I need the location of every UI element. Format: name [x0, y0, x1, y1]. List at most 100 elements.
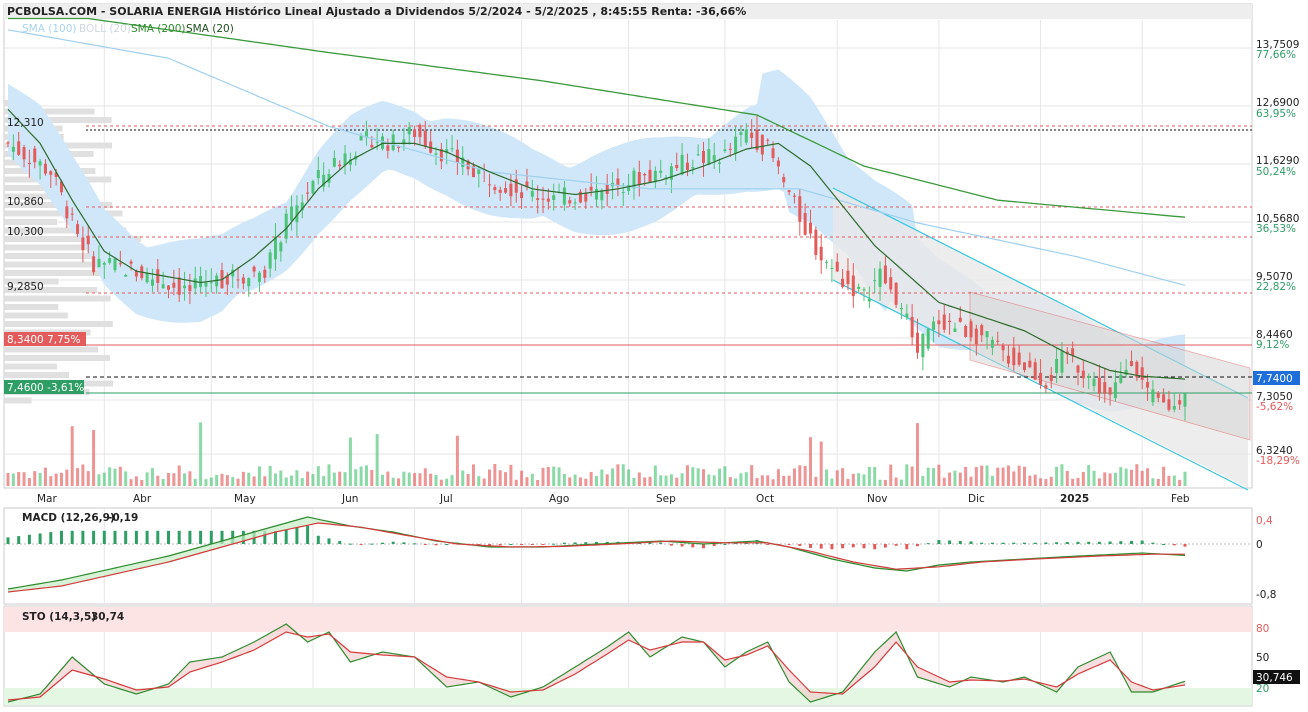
volume-bar [284, 477, 288, 486]
macd-histogram-bar [1130, 540, 1133, 544]
level-label-1: 12,310 [7, 117, 44, 129]
candle-body [792, 195, 796, 197]
volume-bar [177, 465, 181, 486]
volume-bar [910, 466, 914, 486]
volume-bar [306, 471, 310, 486]
candle-body [964, 326, 968, 337]
volume-bar [1178, 479, 1182, 486]
macd-histogram-bar [669, 544, 673, 546]
volume-bar [247, 472, 251, 486]
candle-body [343, 153, 347, 166]
candle-body [81, 237, 85, 251]
sto-overbought-zone [4, 607, 1252, 632]
volume-bar [985, 465, 989, 486]
candle-body [108, 258, 112, 263]
volume-bar [809, 437, 812, 486]
volume-bar [1071, 478, 1075, 486]
candle-body [92, 256, 96, 273]
volume-bar [1156, 478, 1160, 486]
level-label-2: 10,860 [7, 196, 44, 208]
volume-bar [990, 475, 994, 486]
volume-bar [643, 477, 647, 486]
volume-bar [418, 473, 422, 486]
candle-body [819, 246, 823, 261]
volume-bar [1119, 467, 1123, 486]
volume-bar [696, 468, 700, 486]
macd-histogram-bar [691, 544, 695, 548]
candle-body [391, 134, 395, 151]
macd-histogram-bar [391, 541, 395, 544]
volume-bar [1103, 472, 1107, 486]
candle-body [1113, 382, 1117, 399]
volume-bar [327, 464, 331, 486]
macd-histogram-bar [1097, 541, 1101, 544]
volume-bar [664, 475, 668, 486]
candle-body [183, 285, 187, 289]
candle-body [841, 278, 845, 287]
x-label-nov: Nov [867, 493, 888, 505]
macd-histogram-bar [573, 542, 577, 544]
volume-bar [557, 467, 561, 486]
volume-bar [70, 426, 74, 486]
volume-bar [220, 473, 224, 486]
volume-bar [1183, 471, 1187, 486]
volume-bar [300, 478, 304, 486]
candle-body [102, 262, 106, 265]
candle-body [145, 273, 149, 283]
macd-histogram-bar [894, 544, 898, 546]
volume-bar [509, 464, 513, 486]
volume-bar [455, 435, 459, 486]
candle-body [1081, 370, 1085, 379]
macd-histogram-bar [359, 544, 363, 545]
macd-histogram-bar [712, 544, 716, 547]
candle-body [867, 298, 871, 302]
volume-bar [825, 469, 829, 486]
volume-bar [707, 474, 711, 486]
volume-bar [145, 472, 149, 486]
volume-bar [1130, 469, 1133, 486]
candle-body [1001, 344, 1005, 351]
volume-bar [1049, 476, 1053, 486]
volume-bar [81, 464, 85, 486]
volume-bar [921, 476, 925, 486]
volume-bar [1044, 479, 1048, 486]
volume-profile-bar [4, 321, 113, 327]
volume-bar [1060, 464, 1064, 486]
candle-body [1146, 381, 1150, 388]
candle-body [953, 328, 957, 332]
macd-histogram-bar [509, 544, 513, 545]
candle-body [1071, 348, 1075, 356]
indicator-legend: SMA (100) BOLL (20) SMA (200) SMA (20) [22, 23, 234, 35]
candle-body [65, 206, 69, 219]
candle-body [776, 160, 780, 167]
volume-bar [771, 479, 775, 486]
volume-bar [1001, 467, 1005, 486]
candle-body [338, 164, 342, 167]
candle-body [284, 213, 288, 239]
candle-body [188, 285, 192, 292]
candle-body [252, 266, 256, 272]
candle-body [209, 282, 213, 284]
candle-body [370, 144, 374, 148]
macd-tick-top: 0,4 [1256, 515, 1273, 527]
sto-tick-80: 80 [1256, 623, 1269, 635]
x-label-oct: Oct [756, 493, 774, 505]
volume-profile-bar [4, 295, 111, 302]
candle-body [889, 277, 893, 290]
volume-bar [1151, 478, 1155, 486]
volume-bar [316, 466, 320, 486]
volume-profile-bar [4, 219, 58, 225]
candle-body [1039, 372, 1043, 385]
candle-body [1006, 355, 1010, 364]
candle-body [129, 261, 133, 264]
volume-bar [1023, 466, 1026, 486]
volume-bar [680, 473, 684, 486]
volume-bar [161, 478, 165, 486]
volume-bar [295, 470, 299, 486]
volume-bar [118, 466, 122, 486]
macd-histogram-bar [327, 538, 331, 544]
candle-body [782, 177, 786, 183]
candle-body [541, 198, 545, 200]
candle-body [568, 200, 572, 204]
macd-histogram-bar [1172, 544, 1176, 546]
